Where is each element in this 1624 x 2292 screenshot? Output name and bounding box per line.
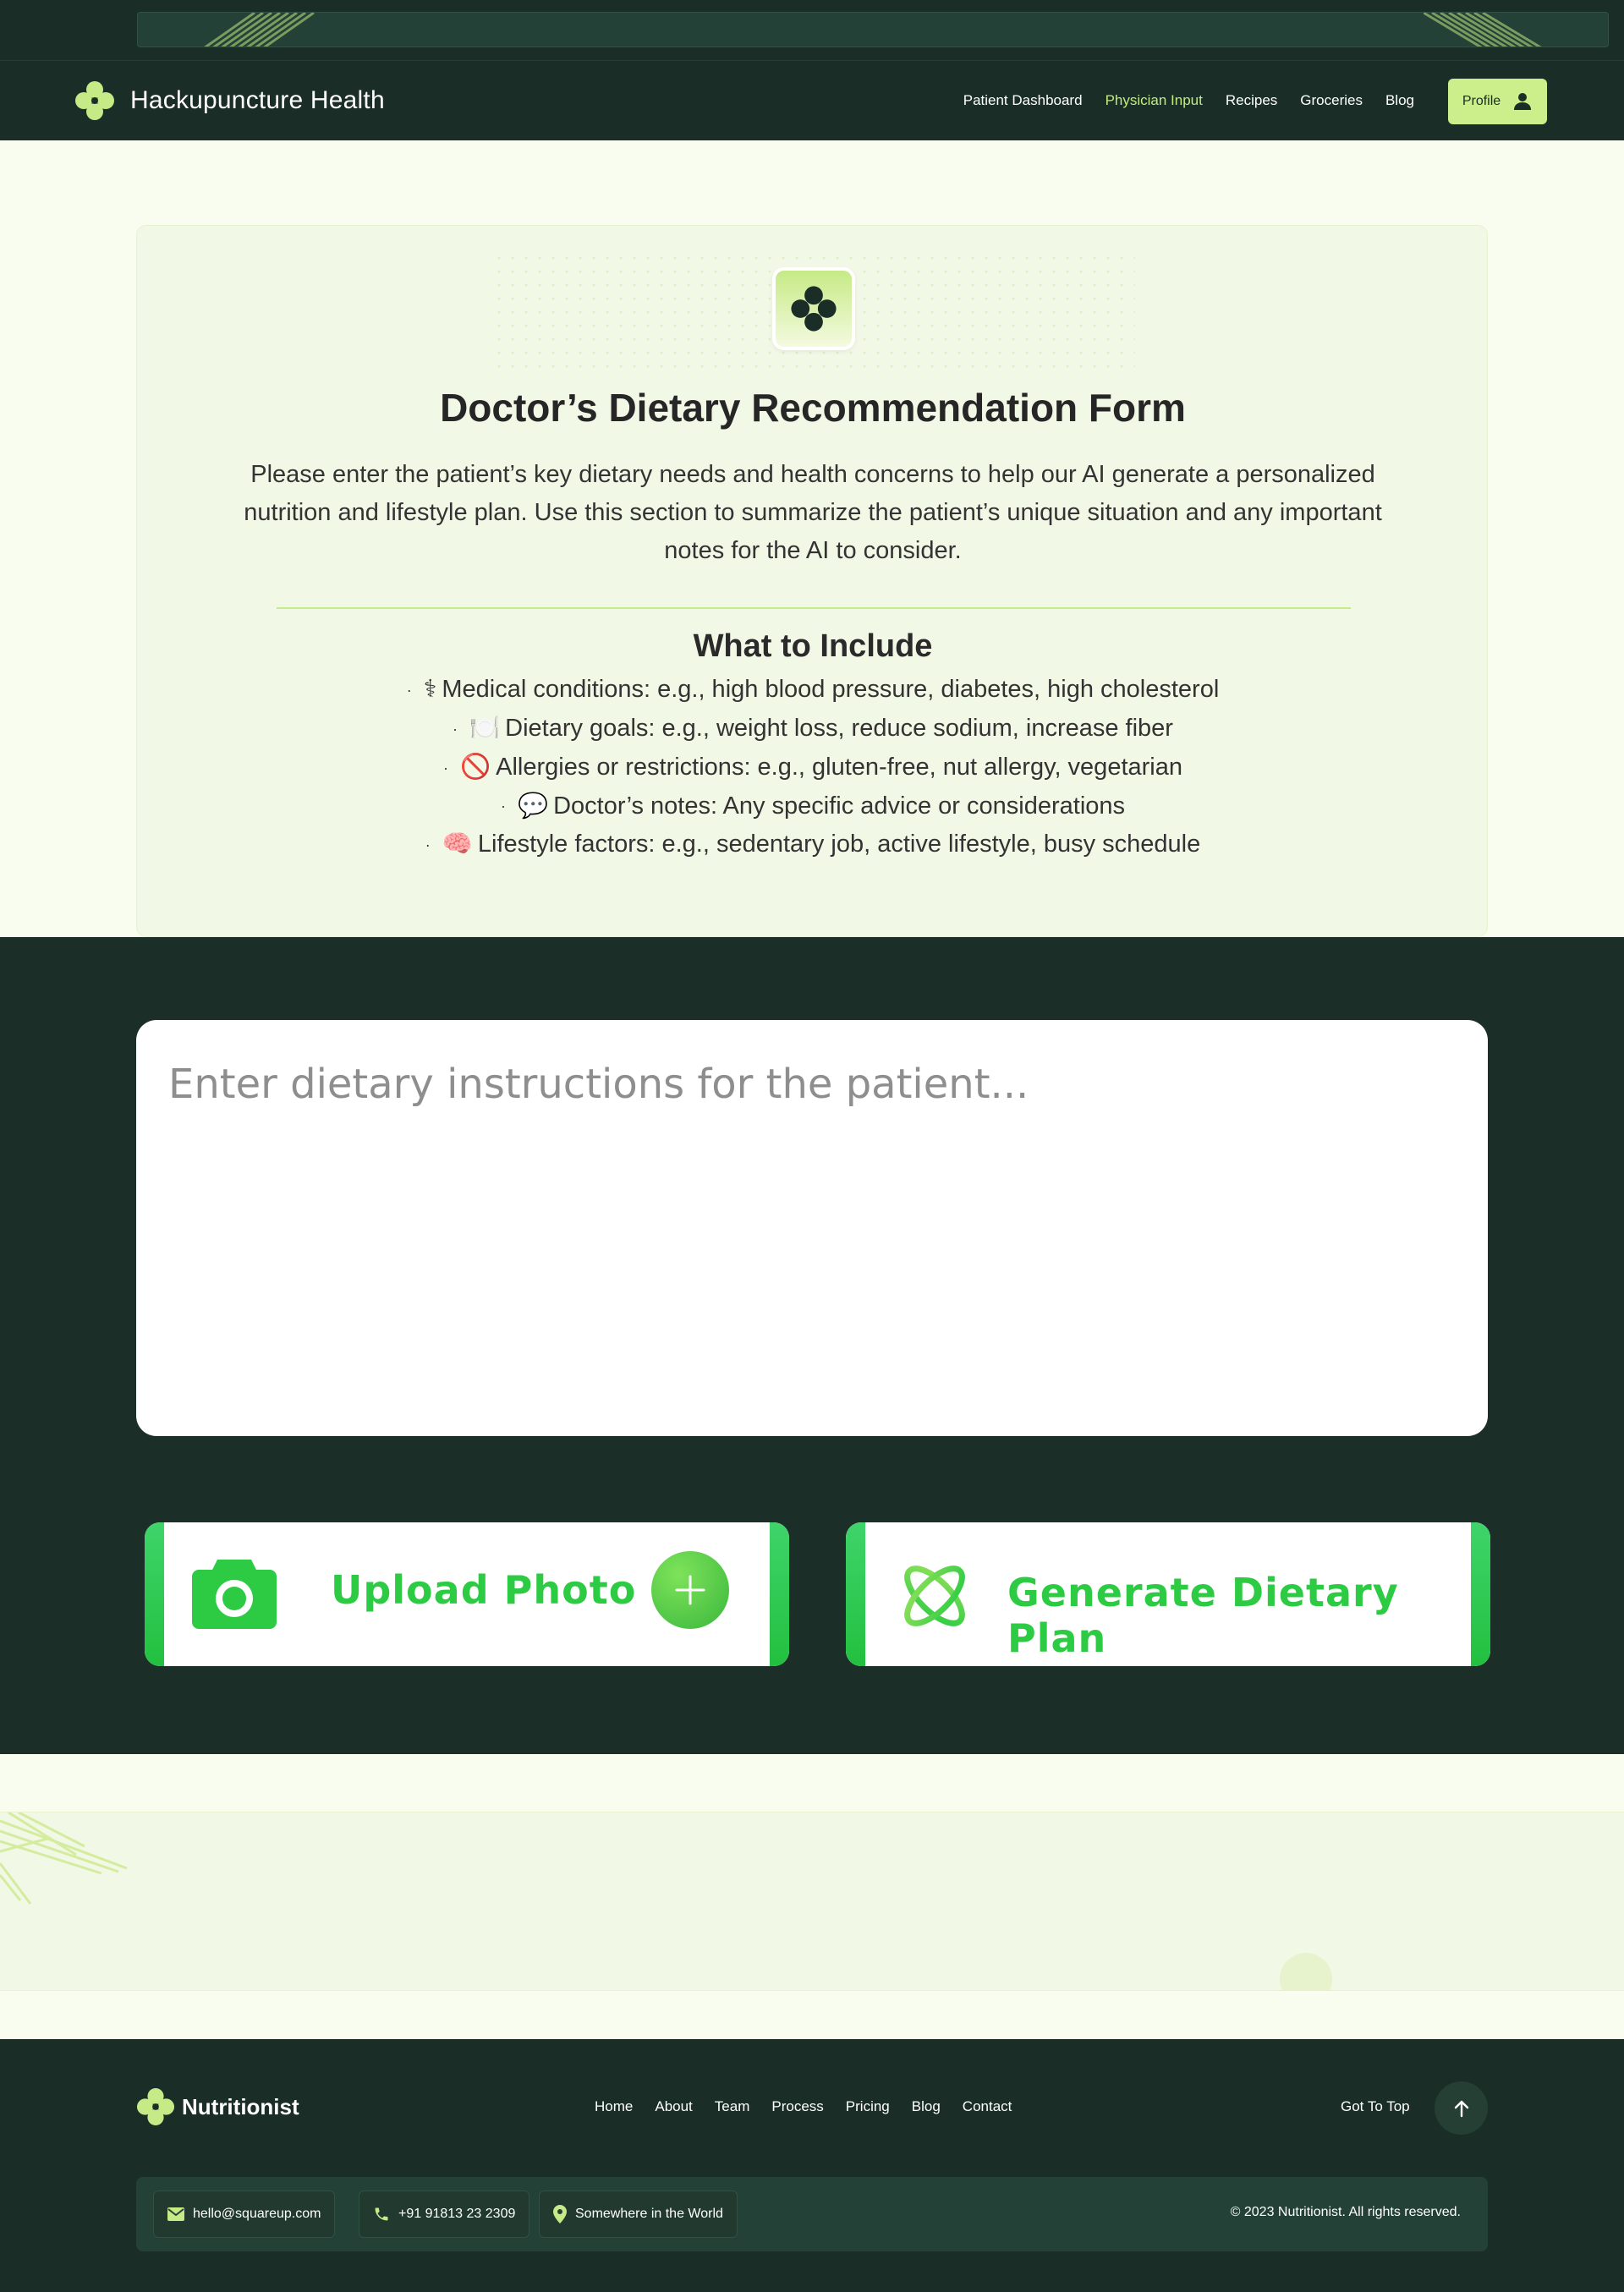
footer-brand[interactable]: Nutritionist <box>136 2087 299 2126</box>
plate-icon: 🍽️ <box>469 714 501 742</box>
footer-nav-team[interactable]: Team <box>715 2098 750 2115</box>
list-item: · 🚫 Allergies or restrictions: e.g., glute… <box>443 753 1182 781</box>
medical-icon: ⚕ <box>423 676 437 703</box>
phone-text: +91 91813 23 2309 <box>398 2207 516 2221</box>
nav-physician-input[interactable]: Physician Input <box>1106 92 1203 109</box>
footer-nav: Home About Team Process Pricing Blog Con… <box>595 2098 1034 2115</box>
clover-logo-icon <box>75 81 114 120</box>
list-item: · 🧠 Lifestyle factors: e.g., sedentary job… <box>425 831 1201 858</box>
list-item: · 💬 Doctor’s notes: Any specific advice or… <box>500 792 1126 820</box>
site-footer: Nutritionist Home About Team Process Pri… <box>0 2039 1624 2292</box>
banner-stripes-left <box>204 13 315 47</box>
section-divider <box>277 607 1351 609</box>
decorative-band <box>0 1812 1624 1991</box>
profile-label: Profile <box>1462 94 1501 108</box>
camera-icon <box>192 1560 277 1629</box>
clover-logo-icon <box>791 286 837 332</box>
got-to-top-label[interactable]: Got To Top <box>1341 2098 1410 2115</box>
nav-patient-dashboard[interactable]: Patient Dashboard <box>963 92 1083 109</box>
include-title: What to Include <box>693 628 933 664</box>
location-pin-icon <box>553 2205 567 2223</box>
brand[interactable]: Hackupuncture Health <box>74 80 385 122</box>
speech-bubble-icon: 💬 <box>517 792 549 820</box>
site-header: Hackupuncture Health Patient Dashboard P… <box>0 61 1624 140</box>
main-nav: Patient Dashboard Physician Input Recipe… <box>941 61 1414 140</box>
atom-icon <box>904 1565 965 1626</box>
footer-nav-process[interactable]: Process <box>771 2098 823 2115</box>
footer-brand-name: Nutritionist <box>182 2093 299 2119</box>
brain-icon: 🧠 <box>442 831 473 858</box>
plus-icon <box>651 1551 729 1629</box>
footer-nav-blog[interactable]: Blog <box>912 2098 941 2115</box>
list-item: · 🍽️ Dietary goals: e.g., weight loss, red… <box>453 714 1173 742</box>
profile-button[interactable]: Profile <box>1448 79 1547 124</box>
footer-nav-about[interactable]: About <box>655 2098 692 2115</box>
location-chip[interactable]: Somewhere in the World <box>539 2191 738 2238</box>
form-description: Please enter the patient’s key dietary n… <box>244 461 1382 564</box>
brand-name: Hackupuncture Health <box>130 86 385 114</box>
user-icon <box>1514 93 1532 110</box>
copyright: © 2023 Nutritionist. All rights reserved… <box>1230 2205 1461 2219</box>
nav-groceries[interactable]: Groceries <box>1300 92 1363 109</box>
mail-icon <box>167 2207 184 2221</box>
dietary-instructions-input[interactable] <box>136 1020 1488 1436</box>
footer-nav-home[interactable]: Home <box>595 2098 633 2115</box>
nav-recipes[interactable]: Recipes <box>1226 92 1277 109</box>
email-chip[interactable]: hello@squareup.com <box>153 2191 336 2238</box>
phone-chip[interactable]: +91 91813 23 2309 <box>359 2191 530 2238</box>
include-list: · ⚕ Medical conditions: e.g., high blood p… <box>137 671 1489 864</box>
upload-photo-label: Upload Photo <box>331 1567 637 1613</box>
scroll-top-button[interactable] <box>1435 2081 1488 2135</box>
generate-plan-label: Generate Dietary Plan <box>1007 1570 1399 1661</box>
location-text: Somewhere in the World <box>575 2207 723 2221</box>
nav-blog[interactable]: Blog <box>1385 92 1414 109</box>
prohibited-icon: 🚫 <box>460 753 491 781</box>
form-logo <box>772 267 855 350</box>
footer-nav-contact[interactable]: Contact <box>963 2098 1012 2115</box>
form-title: Doctor’s Dietary Recommendation Form <box>440 386 1186 430</box>
upload-photo-button[interactable]: Upload Photo <box>145 1522 789 1666</box>
generate-dietary-plan-button[interactable]: Generate Dietary Plan <box>846 1522 1490 1666</box>
banner-stripes-right <box>1424 13 1542 47</box>
decorative-circle <box>1280 1953 1332 1990</box>
intro-card: Doctor’s Dietary Recommendation Form Ple… <box>136 225 1488 937</box>
footer-nav-pricing[interactable]: Pricing <box>846 2098 890 2115</box>
decorative-stripes <box>0 1812 128 1905</box>
banner-strip <box>137 12 1609 47</box>
arrow-up-icon <box>1454 2100 1468 2117</box>
footer-contact-bar: hello@squareup.com +91 91813 23 2309 Som… <box>136 2177 1488 2251</box>
phone-icon <box>375 2207 388 2221</box>
list-item: · ⚕ Medical conditions: e.g., high blood p… <box>406 676 1220 703</box>
clover-logo-icon <box>136 2087 175 2126</box>
top-banner <box>0 0 1624 61</box>
input-section: Upload Photo Generate Dietary Plan <box>0 937 1624 1754</box>
email-text: hello@squareup.com <box>193 2207 321 2221</box>
